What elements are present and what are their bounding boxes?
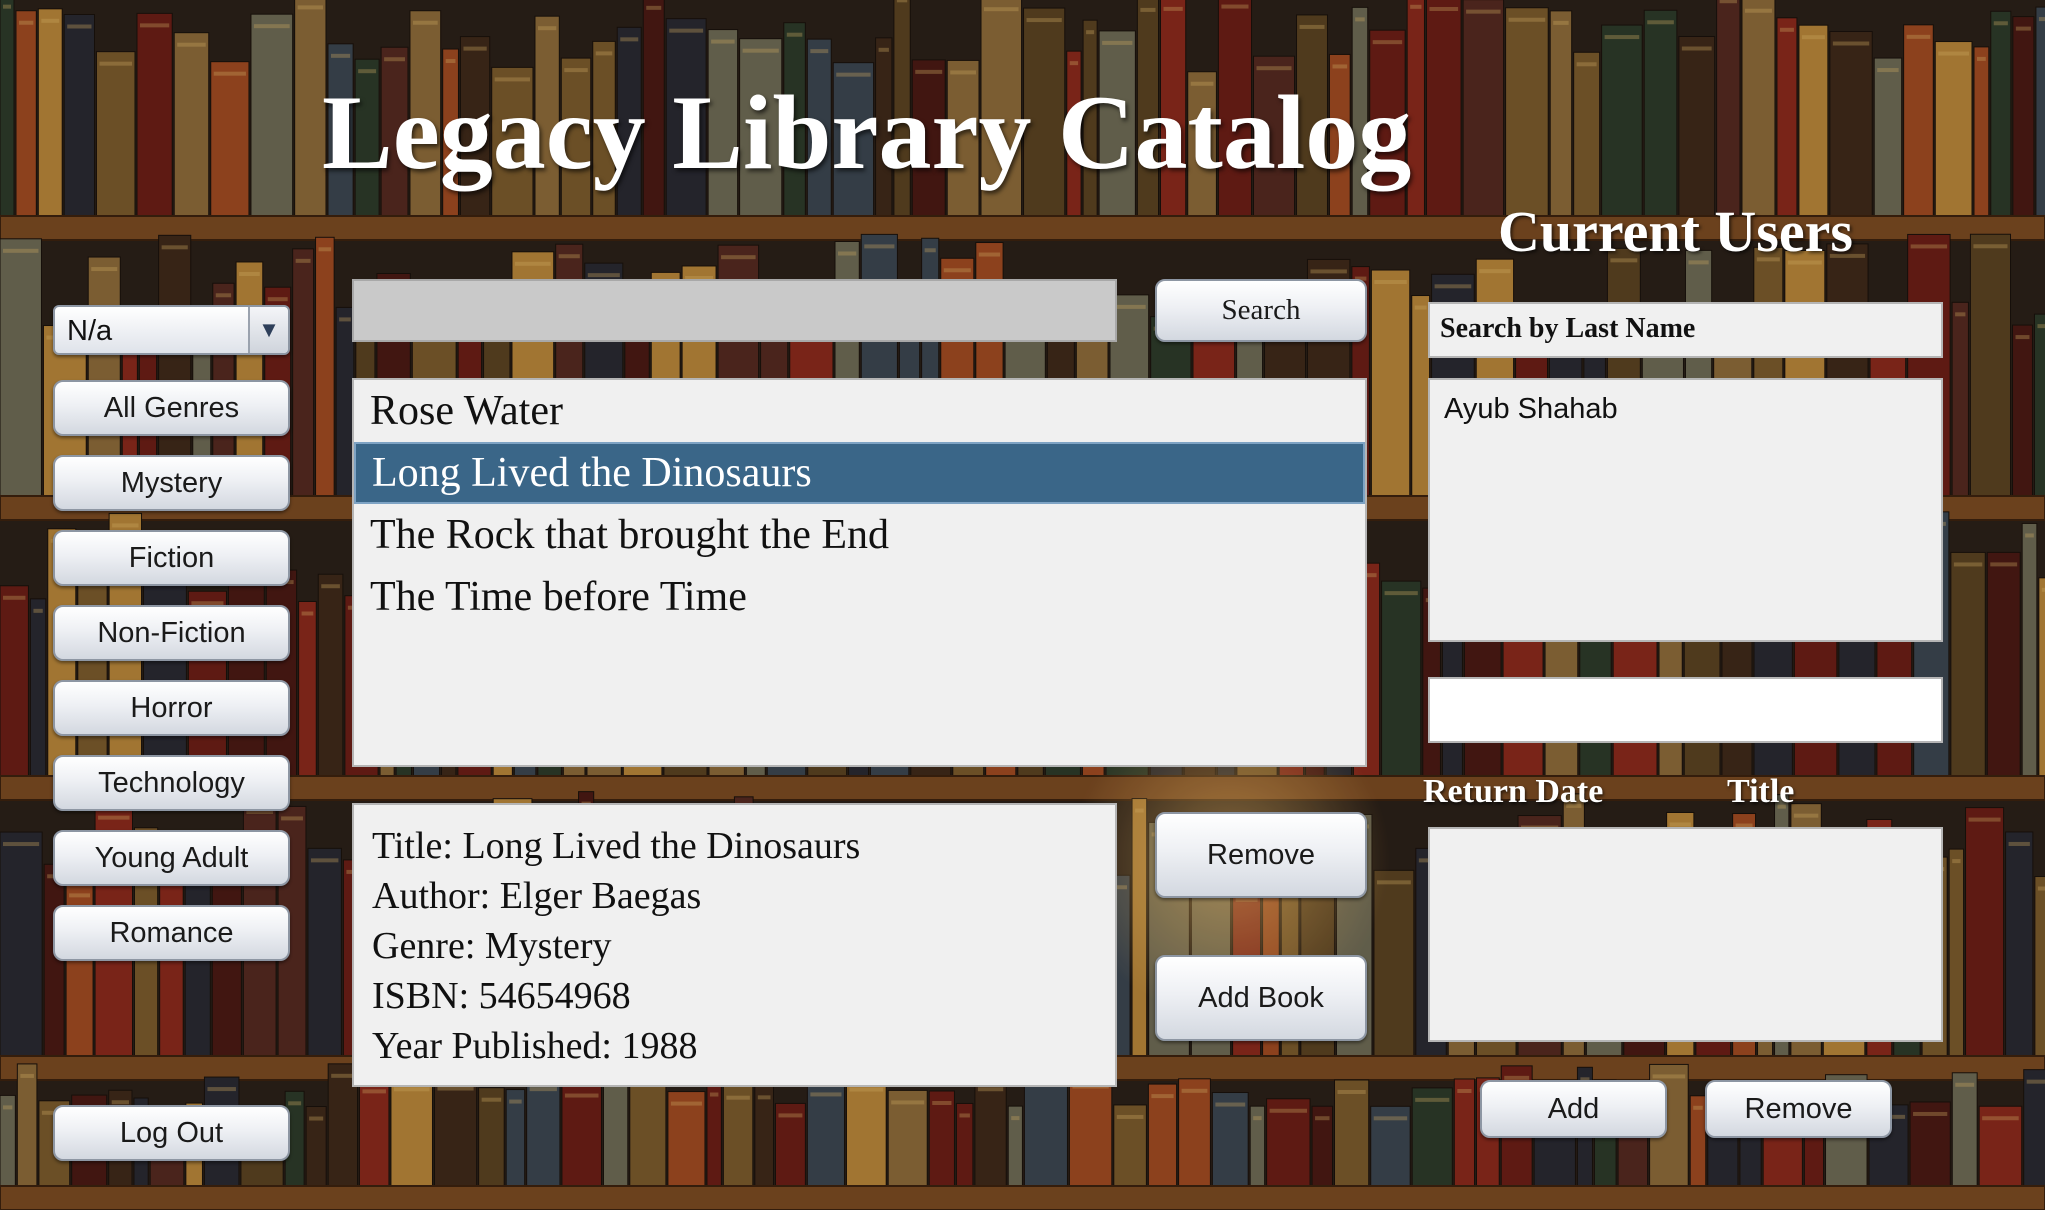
last-name-search-input[interactable]: Search by Last Name [1428,302,1943,358]
column-header-title: Title [1727,773,1795,810]
remove-book-button[interactable]: Remove [1155,812,1367,898]
app-title: Legacy Library Catalog [322,74,1412,191]
remove-loan-button[interactable]: Remove [1705,1080,1892,1138]
genre-button-fiction[interactable]: Fiction [53,530,290,586]
genre-button-technology[interactable]: Technology [53,755,290,811]
book-list-item[interactable]: The Time before Time [354,566,1365,628]
user-list[interactable]: Ayub Shahab [1428,378,1943,642]
detail-author: Author: Elger Baegas [372,875,702,917]
genre-button-young-adult[interactable]: Young Adult [53,830,290,886]
search-button[interactable]: Search [1155,279,1367,342]
detail-year: Year Published: 1988 [372,1025,698,1067]
book-list-item[interactable]: The Rock that brought the End [354,504,1365,566]
user-input-field[interactable] [1428,677,1943,743]
loans-list[interactable] [1428,827,1943,1042]
detail-title: Title: Long Lived the Dinosaurs [372,825,861,867]
genre-button-all-genres[interactable]: All Genres [53,380,290,436]
book-list-item[interactable]: Rose Water [354,380,1365,442]
book-list-item-selected[interactable]: Long Lived the Dinosaurs [354,442,1365,504]
genre-button-non-fiction[interactable]: Non-Fiction [53,605,290,661]
user-list-item[interactable]: Ayub Shahab [1444,390,1941,428]
genre-dropdown[interactable]: N/a ▼ [53,305,290,355]
detail-genre: Genre: Mystery [372,925,612,967]
book-search-input[interactable] [352,279,1117,342]
book-list[interactable]: Rose Water Long Lived the Dinosaurs The … [352,378,1367,767]
book-details-panel: Title: Long Lived the Dinosaurs Author: … [352,803,1117,1087]
log-out-button[interactable]: Log Out [53,1105,290,1161]
add-loan-button[interactable]: Add [1480,1080,1667,1138]
detail-isbn: ISBN: 54654968 [372,975,631,1017]
genre-dropdown-value: N/a [67,315,113,347]
column-header-return-date: Return Date [1423,773,1604,810]
genre-button-romance[interactable]: Romance [53,905,290,961]
genre-button-horror[interactable]: Horror [53,680,290,736]
chevron-down-icon[interactable]: ▼ [248,307,288,353]
current-users-heading: Current Users [1498,199,1853,264]
genre-button-mystery[interactable]: Mystery [53,455,290,511]
add-book-button[interactable]: Add Book [1155,955,1367,1041]
